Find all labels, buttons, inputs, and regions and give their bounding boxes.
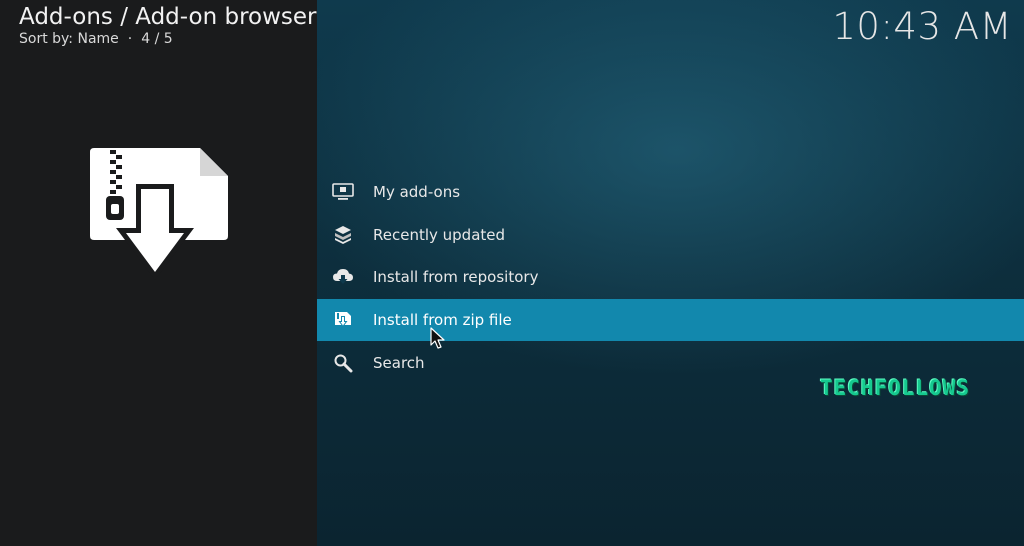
menu-item-label: Search [373,353,425,372]
menu-item-my-addons[interactable]: My add-ons [317,171,1024,214]
separator: · [127,31,133,47]
addon-menu: My add-ons Recently updated Install from… [317,171,1024,384]
search-icon [332,352,354,374]
sort-info: Sort by: Name · 4 / 5 [19,30,173,48]
menu-item-recently-updated[interactable]: Recently updated [317,214,1024,257]
menu-item-install-zip[interactable]: Install from zip file [317,298,1024,342]
monitor-box-icon [332,181,354,203]
page-title: Add-ons / Add-on browser [19,4,317,30]
menu-item-label: Recently updated [373,225,506,244]
clock: 10:43 AM [832,5,1012,48]
watermark-logo: TECHFOLLOWS [820,376,971,400]
sort-label[interactable]: Sort by: Name [19,31,119,47]
kodi-addon-browser: Add-ons / Add-on browser Sort by: Name · 4… [0,0,1024,546]
menu-item-label: My add-ons [373,183,461,202]
menu-item-label: Install from repository [373,268,539,287]
zip-download-icon [90,148,228,280]
menu-item-install-repository[interactable]: Install from repository [317,256,1024,299]
cloud-download-icon [332,266,354,288]
box-stack-icon [332,224,354,246]
zip-file-icon [332,309,354,331]
mouse-cursor-icon [430,327,445,349]
item-position: 4 / 5 [141,31,173,47]
